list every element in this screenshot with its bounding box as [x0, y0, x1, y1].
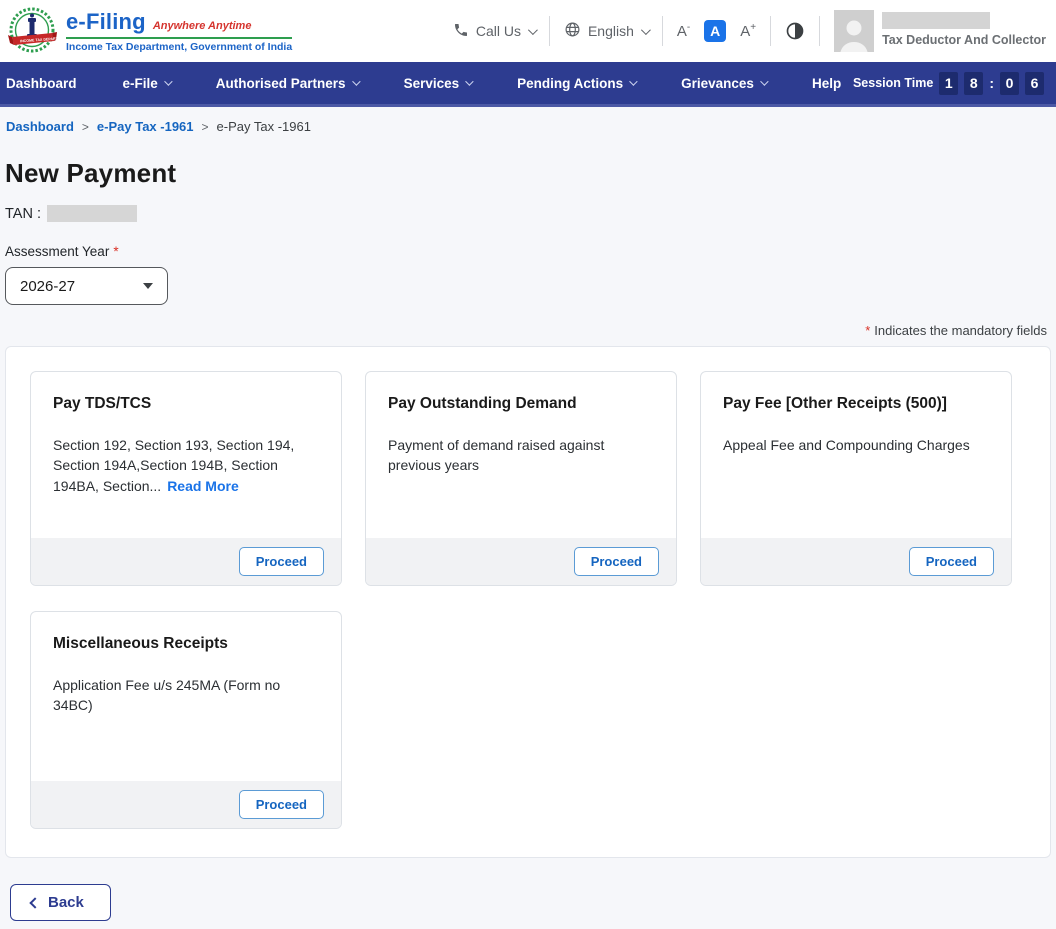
income-tax-emblem-icon: INCOME TAX DEPARTMENT — [6, 5, 69, 57]
tan-value-redacted — [46, 205, 137, 222]
chevron-down-icon — [163, 77, 173, 86]
chevron-down-icon — [527, 24, 538, 35]
select-caret-icon — [143, 283, 153, 289]
main-nav: Dashboard e-File Authorised Partners Ser… — [0, 62, 1056, 107]
session-digit: 1 — [939, 71, 959, 95]
brand-logo[interactable]: INCOME TAX DEPARTMENT e-Filing Anywhere … — [6, 5, 293, 57]
chevron-down-icon — [640, 24, 651, 35]
card-pay-tds-tcs: Pay TDS/TCS Section 192, Section 193, Se… — [30, 371, 342, 586]
session-timer: Session Time 1 8 : 0 6 — [852, 71, 1044, 95]
user-profile[interactable]: Tax Deductor And Collector — [834, 10, 1046, 52]
header-divider — [770, 16, 772, 46]
card-description: Application Fee u/s 245MA (Form no 34BC) — [53, 677, 281, 714]
chevron-down-icon — [629, 77, 638, 86]
font-normal-button[interactable]: A — [704, 20, 727, 42]
proceed-button-miscellaneous[interactable]: Proceed — [238, 790, 324, 819]
card-title: Pay TDS/TCS — [53, 395, 152, 412]
font-increase-button[interactable]: A+ — [740, 22, 756, 40]
nav-item-e-file[interactable]: e-File — [123, 76, 173, 91]
card-title: Pay Fee [Other Receipts (500)] — [723, 395, 947, 412]
nav-item-help[interactable]: Help — [812, 76, 841, 91]
required-asterisk: * — [113, 244, 119, 259]
breadcrumb: Dashboard > e-Pay Tax -1961 > e-Pay Tax … — [0, 107, 1056, 144]
proceed-button-pay-outstanding-demand[interactable]: Proceed — [573, 547, 659, 576]
assessment-year-select[interactable]: 2026-27 — [5, 267, 168, 305]
session-digit: 0 — [1000, 71, 1019, 95]
session-time-label: Session Time — [852, 76, 934, 90]
assessment-year-value: 2026-27 — [20, 277, 76, 295]
breadcrumb-dashboard[interactable]: Dashboard — [6, 119, 74, 134]
nav-item-services[interactable]: Services — [404, 76, 474, 91]
header-divider — [819, 16, 821, 46]
session-digit: 6 — [1025, 71, 1044, 95]
proceed-button-pay-fee[interactable]: Proceed — [908, 547, 994, 576]
nav-item-grievances[interactable]: Grievances — [681, 76, 769, 91]
phone-icon — [453, 22, 469, 41]
session-colon: : — [989, 75, 994, 91]
breadcrumb-separator: > — [81, 119, 89, 134]
card-title: Pay Outstanding Demand — [388, 395, 577, 412]
chevron-down-icon — [465, 77, 474, 86]
breadcrumb-e-pay-tax[interactable]: e-Pay Tax -1961 — [97, 119, 194, 134]
nav-item-authorised-partners[interactable]: Authorised Partners — [216, 76, 361, 91]
payment-options-panel: Pay TDS/TCS Section 192, Section 193, Se… — [5, 346, 1051, 858]
breadcrumb-current: e-Pay Tax -1961 — [216, 119, 311, 134]
card-pay-fee-other-receipts: Pay Fee [Other Receipts (500)] Appeal Fe… — [700, 371, 1012, 586]
top-header: INCOME TAX DEPARTMENT e-Filing Anywhere … — [0, 0, 1056, 62]
tan-label: TAN : — [5, 205, 41, 222]
user-role-label: Tax Deductor And Collector — [882, 33, 1046, 47]
language-menu[interactable]: English — [564, 21, 651, 41]
nav-item-pending-actions[interactable]: Pending Actions — [517, 76, 638, 91]
read-more-link[interactable]: Read More — [167, 478, 239, 494]
card-pay-outstanding-demand: Pay Outstanding Demand Payment of demand… — [365, 371, 677, 586]
page-title: New Payment — [5, 158, 177, 188]
required-asterisk: * — [865, 323, 871, 338]
call-us-label: Call Us — [475, 23, 521, 39]
card-description: Payment of demand raised against previou… — [388, 437, 605, 474]
assessment-year-label: Assessment Year — [5, 244, 110, 259]
breadcrumb-separator: > — [201, 119, 209, 134]
font-decrease-button[interactable]: A- — [677, 22, 690, 40]
session-digit: 8 — [964, 71, 984, 95]
language-label: English — [587, 23, 634, 39]
header-divider — [661, 16, 663, 46]
nav-item-dashboard[interactable]: Dashboard — [6, 76, 77, 91]
call-us-menu[interactable]: Call Us — [453, 22, 538, 41]
main-content: New Payment TAN : Assessment Year * 2026-… — [0, 144, 1056, 929]
globe-icon — [564, 21, 581, 41]
header-divider — [548, 16, 550, 46]
mandatory-fields-note: * Indicates the mandatory fields — [865, 323, 1047, 338]
chevron-left-icon — [29, 896, 41, 909]
chevron-down-icon — [351, 77, 361, 86]
avatar — [834, 10, 875, 52]
card-description: Appeal Fee and Compounding Charges — [723, 437, 970, 453]
chevron-down-icon — [760, 77, 769, 86]
proceed-button-pay-tds-tcs[interactable]: Proceed — [238, 547, 324, 576]
brand-subtitle: Income Tax Department, Government of Ind… — [66, 41, 293, 53]
back-button[interactable]: Back — [10, 884, 111, 921]
brand-title: e-Filing — [66, 9, 146, 34]
card-miscellaneous-receipts: Miscellaneous Receipts Application Fee u… — [30, 611, 342, 829]
contrast-toggle-icon[interactable] — [785, 21, 805, 41]
user-name-redacted — [882, 12, 991, 29]
brand-tagline: Anywhere Anytime — [152, 20, 252, 32]
card-title: Miscellaneous Receipts — [53, 635, 228, 652]
card-description: Section 192, Section 193, Section 194, S… — [53, 437, 295, 494]
